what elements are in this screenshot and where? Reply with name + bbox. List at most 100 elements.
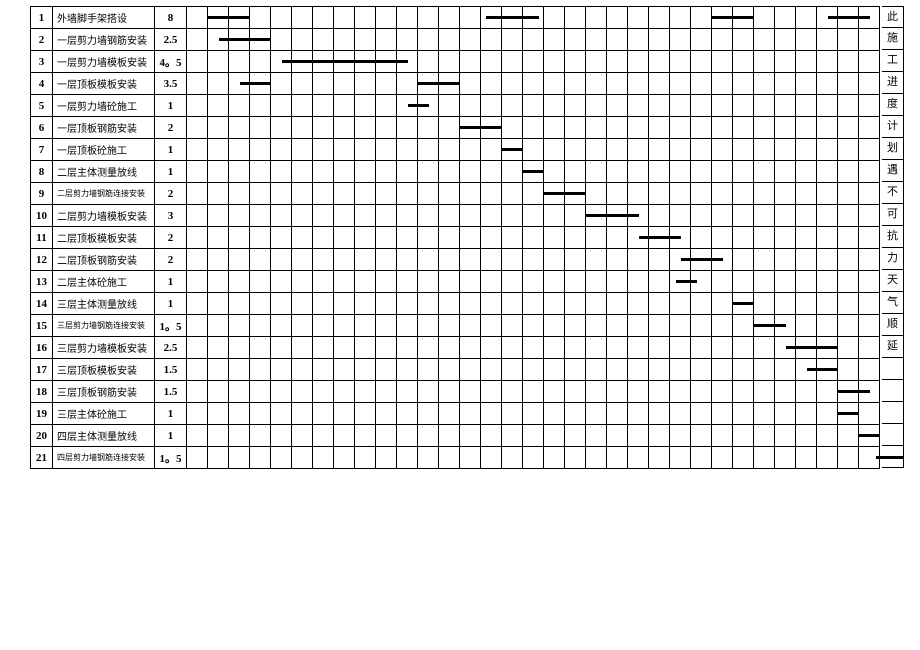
day-cell [313, 205, 334, 227]
day-cell [649, 447, 670, 469]
day-cell [670, 7, 691, 29]
day-cell [628, 447, 649, 469]
day-cell [376, 139, 397, 161]
day-cell [229, 381, 250, 403]
day-cell [250, 117, 271, 139]
day-cell [670, 227, 691, 249]
day-cell [271, 73, 292, 95]
table-row: 16三层剪力墙模板安装2.5 [31, 337, 880, 359]
day-cell [271, 227, 292, 249]
day-cell [628, 227, 649, 249]
day-cell [796, 183, 817, 205]
day-cell [397, 117, 418, 139]
day-cell [271, 271, 292, 293]
day-cell [502, 183, 523, 205]
day-cell [292, 293, 313, 315]
day-cell [733, 403, 754, 425]
day-cell [607, 161, 628, 183]
day-cell [712, 205, 733, 227]
day-cell [250, 403, 271, 425]
table-row: 15三层剪力墙钢筋连接安装1。5 [31, 315, 880, 337]
day-cell [460, 403, 481, 425]
day-cell [628, 359, 649, 381]
day-cell [376, 73, 397, 95]
day-cell [859, 139, 880, 161]
day-cell [712, 403, 733, 425]
day-cell [586, 205, 607, 227]
day-cell [712, 315, 733, 337]
day-cell [754, 403, 775, 425]
day-cell [670, 447, 691, 469]
day-cell [481, 161, 502, 183]
day-cell [607, 73, 628, 95]
day-cell [754, 139, 775, 161]
day-cell [628, 271, 649, 293]
day-cell [397, 293, 418, 315]
day-cell [523, 95, 544, 117]
table-row: 8二层主体测量放线1 [31, 161, 880, 183]
day-cell [502, 293, 523, 315]
right-note-char: 不 [882, 182, 904, 204]
day-cell [796, 359, 817, 381]
day-cell [670, 403, 691, 425]
day-cell [523, 51, 544, 73]
day-cell [229, 403, 250, 425]
day-cell [544, 117, 565, 139]
right-note-char: 工 [882, 50, 904, 72]
day-cell [397, 315, 418, 337]
day-cell [523, 7, 544, 29]
day-cell [208, 95, 229, 117]
day-cell [397, 425, 418, 447]
table-row: 14三层主体测量放线1 [31, 293, 880, 315]
day-cell [292, 117, 313, 139]
day-cell [502, 73, 523, 95]
task-name: 三层顶板模板安装 [53, 359, 155, 381]
day-cell [523, 139, 544, 161]
day-cell [628, 7, 649, 29]
day-cell [712, 95, 733, 117]
day-cell [838, 447, 859, 469]
day-cell [649, 359, 670, 381]
day-cell [607, 51, 628, 73]
day-cell [292, 205, 313, 227]
day-cell [670, 51, 691, 73]
day-cell [418, 183, 439, 205]
day-cell [859, 359, 880, 381]
day-cell [817, 227, 838, 249]
task-duration: 2.5 [155, 29, 187, 51]
day-cell [481, 359, 502, 381]
day-cell [775, 337, 796, 359]
day-cell [859, 249, 880, 271]
day-cell [754, 315, 775, 337]
task-name: 二层主体砼施工 [53, 271, 155, 293]
day-cell [355, 359, 376, 381]
row-index: 4 [31, 73, 53, 95]
day-cell [817, 51, 838, 73]
day-cell [229, 447, 250, 469]
day-cell [313, 271, 334, 293]
day-cell [544, 95, 565, 117]
day-cell [334, 337, 355, 359]
day-cell [418, 73, 439, 95]
day-cell [481, 337, 502, 359]
day-cell [796, 7, 817, 29]
row-index: 2 [31, 29, 53, 51]
day-cell [292, 381, 313, 403]
day-cell [565, 139, 586, 161]
day-cell [208, 271, 229, 293]
day-cell [649, 227, 670, 249]
day-cell [754, 7, 775, 29]
day-cell [628, 425, 649, 447]
day-cell [628, 183, 649, 205]
day-cell [691, 337, 712, 359]
day-cell [418, 95, 439, 117]
day-cell [439, 359, 460, 381]
day-cell [628, 205, 649, 227]
day-cell [334, 359, 355, 381]
day-cell [628, 315, 649, 337]
day-cell [208, 7, 229, 29]
day-cell [691, 381, 712, 403]
day-cell [187, 7, 208, 29]
day-cell [733, 293, 754, 315]
day-cell [859, 271, 880, 293]
